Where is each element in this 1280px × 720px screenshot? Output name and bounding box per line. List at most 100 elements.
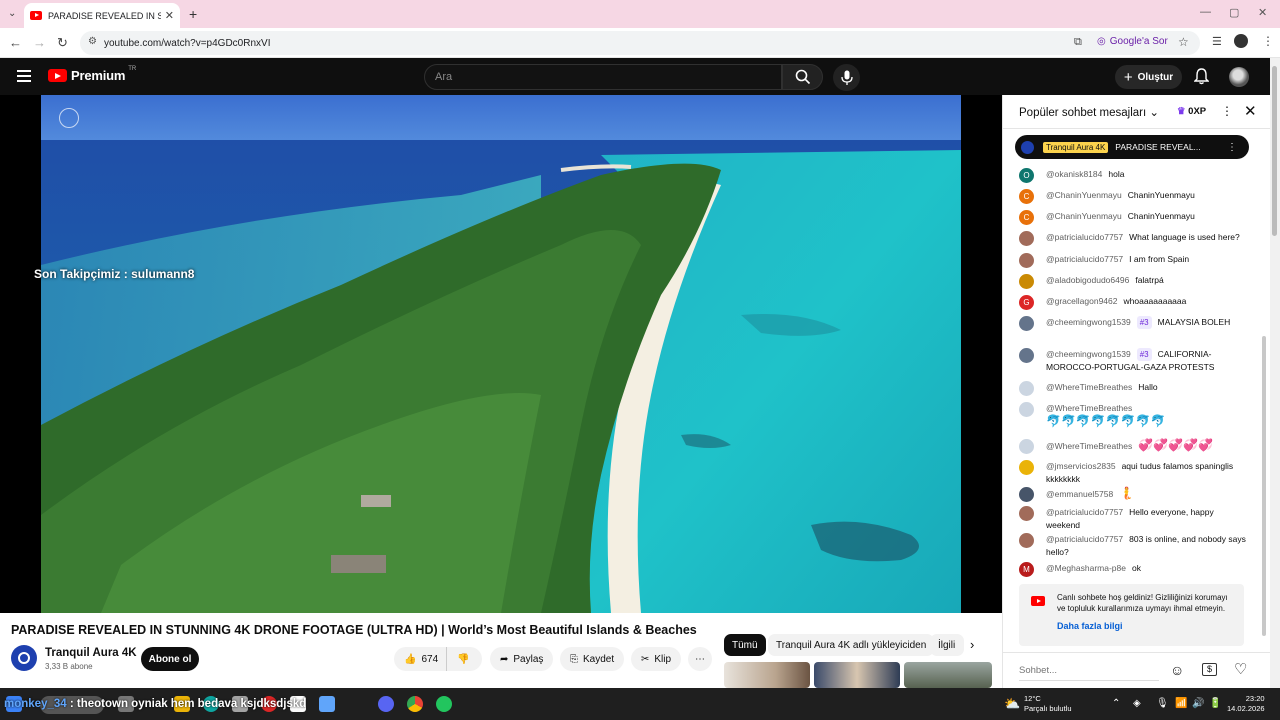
- chat-author[interactable]: @okanisk8184: [1046, 169, 1102, 179]
- heart-icon[interactable]: ♡: [1234, 660, 1247, 678]
- reload-icon[interactable]: ↻: [57, 35, 68, 51]
- whatsapp-icon[interactable]: [436, 696, 452, 712]
- related-thumbnail-2[interactable]: [814, 662, 900, 688]
- search-input[interactable]: Ara: [424, 64, 782, 90]
- more-actions-button[interactable]: ⋯: [688, 647, 712, 671]
- chat-author[interactable]: @WhereTimeBreathes: [1046, 403, 1132, 413]
- chat-author-avatar[interactable]: [1019, 460, 1034, 475]
- new-tab-icon[interactable]: +: [189, 6, 197, 22]
- chat-author[interactable]: @emmanuel5758: [1046, 489, 1113, 499]
- cast-icon[interactable]: ⧉: [1074, 36, 1082, 49]
- chat-author-avatar[interactable]: [1019, 381, 1034, 396]
- learn-more-link[interactable]: Daha fazla bilgi: [1057, 621, 1123, 631]
- voice-search-button[interactable]: [833, 64, 860, 91]
- weather-widget[interactable]: 12°C Parçalı bulutlu: [1024, 694, 1072, 714]
- chat-input[interactable]: [1019, 661, 1159, 681]
- video-frame[interactable]: [41, 95, 961, 613]
- chevron-right-icon[interactable]: ›: [970, 637, 974, 652]
- channel-name[interactable]: Tranquil Aura 4K: [45, 647, 137, 659]
- chat-more-icon[interactable]: ⋮: [1221, 104, 1233, 118]
- chip-uploader[interactable]: Tranquil Aura 4K adlı yükleyiciden: [768, 634, 935, 656]
- chat-author[interactable]: @patricialucido7757: [1046, 254, 1123, 264]
- minimize-icon[interactable]: —: [1200, 6, 1211, 18]
- dislike-button[interactable]: 👎: [446, 647, 482, 671]
- chat-author[interactable]: @Meghasharma-p8e: [1046, 563, 1126, 573]
- site-info-icon[interactable]: ⚙: [88, 36, 97, 47]
- chat-author[interactable]: @patricialucido7757: [1046, 507, 1123, 517]
- reading-list-icon[interactable]: ☰: [1212, 35, 1222, 48]
- chat-author-avatar[interactable]: M: [1019, 562, 1034, 577]
- search-button[interactable]: [782, 64, 823, 90]
- chat-author-avatar[interactable]: C: [1019, 189, 1034, 204]
- chat-author[interactable]: @cheemingwong1539: [1046, 317, 1131, 327]
- chat-author-avatar[interactable]: [1019, 274, 1034, 289]
- tray-chevron-icon[interactable]: ⌃: [1112, 698, 1120, 709]
- save-button[interactable]: ⎘ Kaydet: [560, 647, 625, 671]
- mic-tray-icon[interactable]: 🎙: [1156, 698, 1169, 709]
- volume-icon[interactable]: 🔊: [1192, 698, 1204, 709]
- chrome-active-icon[interactable]: [407, 696, 423, 712]
- profile-icon[interactable]: [1234, 34, 1248, 48]
- google-search-button[interactable]: ◎ Google'a Sor: [1097, 36, 1168, 47]
- subscribe-button[interactable]: Abone ol: [141, 647, 199, 671]
- chat-author[interactable]: @WhereTimeBreathes: [1046, 382, 1132, 392]
- browser-tab[interactable]: PARADISE REVEALED IN STUNN ✕: [24, 3, 180, 28]
- chat-author-avatar[interactable]: [1019, 402, 1034, 417]
- chat-author-avatar[interactable]: O: [1019, 168, 1034, 183]
- chat-mode-dropdown[interactable]: Popüler sohbet mesajları ⌄: [1019, 105, 1159, 119]
- clip-button[interactable]: ✂ Klip: [631, 647, 682, 671]
- bookmark-star-icon[interactable]: ☆: [1178, 35, 1189, 49]
- address-bar[interactable]: ⚙ youtube.com/watch?v=p4GDc0RnxVI: [80, 31, 1200, 55]
- close-window-icon[interactable]: ✕: [1258, 6, 1267, 19]
- maximize-icon[interactable]: ▢: [1229, 6, 1239, 19]
- chat-author[interactable]: @gracellagon9462: [1046, 296, 1118, 306]
- pinned-menu-icon[interactable]: ⋮: [1227, 142, 1237, 153]
- chip-related[interactable]: İlgili: [930, 634, 964, 656]
- chat-author-avatar[interactable]: [1019, 533, 1034, 548]
- chat-author[interactable]: @cheemingwong1539: [1046, 349, 1131, 359]
- tray-app-icon[interactable]: ◈: [1133, 698, 1141, 709]
- chat-author-avatar[interactable]: [1019, 506, 1034, 521]
- related-thumbnail-3[interactable]: [904, 662, 992, 688]
- related-thumbnail-1[interactable]: [724, 662, 810, 688]
- chat-author-avatar[interactable]: [1019, 348, 1034, 363]
- xp-badge[interactable]: ♛ 0XP: [1177, 106, 1206, 117]
- system-clock[interactable]: 23:20 14.02.2026: [1227, 694, 1265, 714]
- chip-all[interactable]: Tümü: [724, 634, 766, 656]
- chat-author-avatar[interactable]: [1019, 253, 1034, 268]
- tab-search-icon[interactable]: ⌄: [8, 8, 16, 19]
- battery-icon[interactable]: 🔋: [1209, 698, 1221, 709]
- chat-author[interactable]: @WhereTimeBreathes: [1046, 441, 1132, 451]
- network-icon[interactable]: 📶: [1175, 698, 1187, 709]
- chat-author-avatar[interactable]: C: [1019, 210, 1034, 225]
- chat-scrollbar[interactable]: [1262, 336, 1266, 636]
- account-avatar[interactable]: [1229, 67, 1249, 87]
- like-button[interactable]: 👍 674: [394, 647, 446, 671]
- page-scrollbar-thumb[interactable]: [1272, 66, 1277, 236]
- share-button[interactable]: ➦ Paylaş: [490, 647, 554, 671]
- chat-author-avatar[interactable]: [1019, 231, 1034, 246]
- chat-author-avatar[interactable]: G: [1019, 295, 1034, 310]
- browser-menu-icon[interactable]: ⋮: [1262, 34, 1274, 48]
- youtube-premium-logo[interactable]: Premium TR: [48, 66, 136, 83]
- hamburger-menu-icon[interactable]: [17, 70, 31, 82]
- chat-author[interactable]: @patricialucido7757: [1046, 534, 1123, 544]
- chat-author[interactable]: @ChaninYuenmayu: [1046, 211, 1122, 221]
- channel-avatar[interactable]: [11, 645, 37, 671]
- chat-author[interactable]: @aladobigodudo6496: [1046, 275, 1129, 285]
- chat-author[interactable]: @ChaninYuenmayu: [1046, 190, 1122, 200]
- app-icon-2[interactable]: [319, 696, 335, 712]
- notifications-bell-icon[interactable]: [1194, 68, 1209, 85]
- chat-author-avatar[interactable]: [1019, 439, 1034, 454]
- weather-icon[interactable]: ⛅: [1004, 696, 1020, 712]
- chat-author[interactable]: @patricialucido7757: [1046, 232, 1123, 242]
- close-chat-icon[interactable]: ✕: [1244, 102, 1257, 120]
- close-tab-icon[interactable]: ✕: [165, 9, 174, 22]
- pinned-message[interactable]: Tranquil Aura 4K PARADISE REVEAL... ⋮: [1015, 135, 1249, 159]
- forward-icon[interactable]: →: [33, 35, 46, 50]
- chat-author[interactable]: @jmservicios2835: [1046, 461, 1116, 471]
- chat-author-avatar[interactable]: [1019, 487, 1034, 502]
- emoji-icon[interactable]: ☺: [1170, 662, 1184, 678]
- back-icon[interactable]: ←: [9, 35, 22, 50]
- create-button[interactable]: + Oluştur: [1115, 65, 1182, 89]
